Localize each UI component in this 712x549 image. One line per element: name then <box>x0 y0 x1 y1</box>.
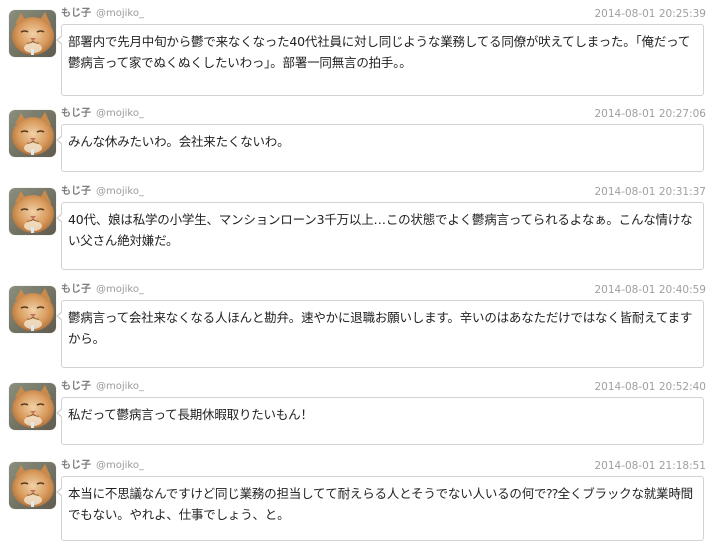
tweet-text: 私だって鬱病言って長期休暇取りたいもん！ <box>56 397 704 445</box>
tweet-feed: もじ子 @mojiko_ 2014-08-01 20:25:39 部署内で先月中旬… <box>0 0 712 549</box>
user-handle[interactable]: @mojiko_ <box>96 460 144 471</box>
timestamp[interactable]: 2014-08-01 20:40:59 <box>594 283 706 297</box>
user-handle[interactable]: @mojiko_ <box>96 381 144 392</box>
tweet-text: 40代、娘は私学の小学生、マンションローン3千万以上…この状態でよく鬱病言ってら… <box>56 202 704 270</box>
user-name[interactable]: もじ子 <box>61 108 91 119</box>
cat-photo-icon <box>9 188 56 235</box>
tweet-header: もじ子 @mojiko_ 2014-08-01 20:52:40 <box>61 380 706 394</box>
avatar[interactable] <box>9 286 56 333</box>
user-handle[interactable]: @mojiko_ <box>96 186 144 197</box>
user-handle[interactable]: @mojiko_ <box>96 8 144 19</box>
cat-photo-icon <box>9 10 56 57</box>
user-handle[interactable]: @mojiko_ <box>96 284 144 295</box>
tweet-text: 本当に不思議なんですけど同じ業務の担当してて耐えらる人とそうでない人いるの何で⁇… <box>56 476 704 541</box>
tweet-header: もじ子 @mojiko_ 2014-08-01 20:25:39 <box>61 7 706 21</box>
avatar[interactable] <box>9 383 56 430</box>
tweet: もじ子 @mojiko_ 2014-08-01 20:31:37 40代、娘は私学… <box>0 182 712 272</box>
cat-photo-icon <box>9 110 56 157</box>
tweet: もじ子 @mojiko_ 2014-08-01 20:52:40 私だって鬱病言っ… <box>0 377 712 449</box>
tweet: もじ子 @mojiko_ 2014-08-01 20:25:39 部署内で先月中旬… <box>0 4 712 100</box>
timestamp[interactable]: 2014-08-01 20:31:37 <box>594 185 706 199</box>
tweet-text: みんな休みたいわ。会社来たくないわ。 <box>56 124 704 172</box>
avatar[interactable] <box>9 110 56 157</box>
avatar[interactable] <box>9 462 56 509</box>
tweet-header: もじ子 @mojiko_ 2014-08-01 21:18:51 <box>61 459 706 473</box>
timestamp[interactable]: 2014-08-01 21:18:51 <box>594 459 706 473</box>
user-name[interactable]: もじ子 <box>61 460 91 471</box>
tweet: もじ子 @mojiko_ 2014-08-01 20:27:06 みんな休みたいわ… <box>0 104 712 176</box>
avatar[interactable] <box>9 188 56 235</box>
user-handle[interactable]: @mojiko_ <box>96 108 144 119</box>
tweet-text: 部署内で先月中旬から鬱で来なくなった40代社員に対し同じような業務してる同僚が吠… <box>56 24 704 96</box>
user-name[interactable]: もじ子 <box>61 8 91 19</box>
user-name[interactable]: もじ子 <box>61 186 91 197</box>
user-name[interactable]: もじ子 <box>61 381 91 392</box>
timestamp[interactable]: 2014-08-01 20:27:06 <box>594 107 706 121</box>
tweet: もじ子 @mojiko_ 2014-08-01 20:40:59 鬱病言って会社来… <box>0 280 712 372</box>
cat-photo-icon <box>9 286 56 333</box>
tweet-header: もじ子 @mojiko_ 2014-08-01 20:40:59 <box>61 283 706 297</box>
tweet-header: もじ子 @mojiko_ 2014-08-01 20:27:06 <box>61 107 706 121</box>
cat-photo-icon <box>9 383 56 430</box>
user-name[interactable]: もじ子 <box>61 284 91 295</box>
tweet: もじ子 @mojiko_ 2014-08-01 21:18:51 本当に不思議なん… <box>0 456 712 546</box>
avatar[interactable] <box>9 10 56 57</box>
tweet-header: もじ子 @mojiko_ 2014-08-01 20:31:37 <box>61 185 706 199</box>
tweet-text: 鬱病言って会社来なくなる人ほんと勘弁。速やかに退職お願いします。辛いのはあなただ… <box>56 300 704 368</box>
timestamp[interactable]: 2014-08-01 20:52:40 <box>594 380 706 394</box>
timestamp[interactable]: 2014-08-01 20:25:39 <box>594 7 706 21</box>
cat-photo-icon <box>9 462 56 509</box>
